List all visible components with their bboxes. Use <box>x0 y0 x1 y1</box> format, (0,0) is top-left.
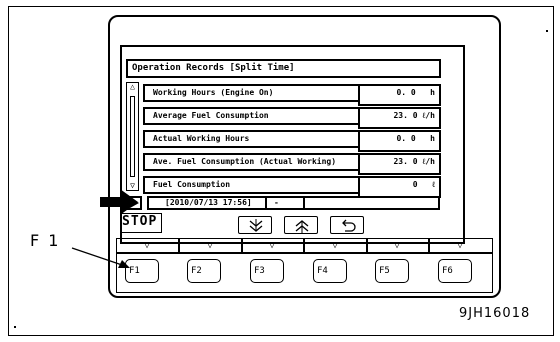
f2-indicator-icon: ▽ <box>207 241 213 250</box>
f5-key[interactable]: F5 <box>375 259 409 283</box>
f5-indicator-icon: ▽ <box>394 241 400 250</box>
divider <box>265 196 267 210</box>
f6-key[interactable]: F6 <box>438 259 472 283</box>
row-value: 0. 0 h <box>358 84 441 106</box>
record-row: Fuel Consumption 0 ℓ <box>143 176 441 198</box>
stop-label: STOP <box>122 214 158 229</box>
record-row: Ave. Fuel Consumption (Actual Working) 2… <box>143 153 441 175</box>
double-up-icon <box>295 220 309 233</box>
row-value: 0 ℓ <box>358 176 441 198</box>
divider <box>178 238 180 253</box>
page-down-button[interactable] <box>238 216 272 234</box>
f3-key[interactable]: F3 <box>250 259 284 283</box>
record-row: Actual Working Hours 0. 0 h <box>143 130 441 152</box>
time-separator: - <box>274 198 279 207</box>
f1-indicator-icon: ▽ <box>144 241 150 250</box>
scroll-up-icon[interactable]: △ <box>126 83 139 91</box>
f6-indicator-icon: ▽ <box>457 241 463 250</box>
divider <box>241 238 243 253</box>
callout-arrow-icon <box>71 247 130 268</box>
figure-code: 9JH16018 <box>459 306 531 321</box>
key-guide-strip <box>116 238 493 253</box>
double-down-icon <box>249 219 263 232</box>
scrollbar-thumb[interactable] <box>130 96 135 177</box>
corner-mark <box>14 326 16 328</box>
corner-mark <box>546 30 548 32</box>
f2-key[interactable]: F2 <box>187 259 221 283</box>
divider <box>366 238 368 253</box>
page-up-button[interactable] <box>284 216 318 234</box>
f4-indicator-icon: ▽ <box>332 241 338 250</box>
row-value: 23. 0 ℓ/h <box>358 107 441 129</box>
row-value: 23. 0 ℓ/h <box>358 153 441 175</box>
return-button[interactable] <box>330 216 364 234</box>
f1-callout-label: F 1 <box>30 231 61 250</box>
divider <box>428 238 430 253</box>
row-value: 0. 0 h <box>358 130 441 152</box>
f3-indicator-icon: ▽ <box>269 241 275 250</box>
record-row: Working Hours (Engine On) 0. 0 h <box>143 84 441 106</box>
f4-key[interactable]: F4 <box>313 259 347 283</box>
start-time: [2010/07/13 17:56] <box>165 198 252 207</box>
record-row: Average Fuel Consumption 23. 0 ℓ/h <box>143 107 441 129</box>
divider <box>303 238 305 253</box>
pointer-arrow-icon <box>100 189 138 215</box>
function-key-panel <box>116 253 493 293</box>
return-icon <box>342 219 356 232</box>
divider <box>303 196 305 210</box>
screen-title: Operation Records [Split Time] <box>126 59 441 78</box>
